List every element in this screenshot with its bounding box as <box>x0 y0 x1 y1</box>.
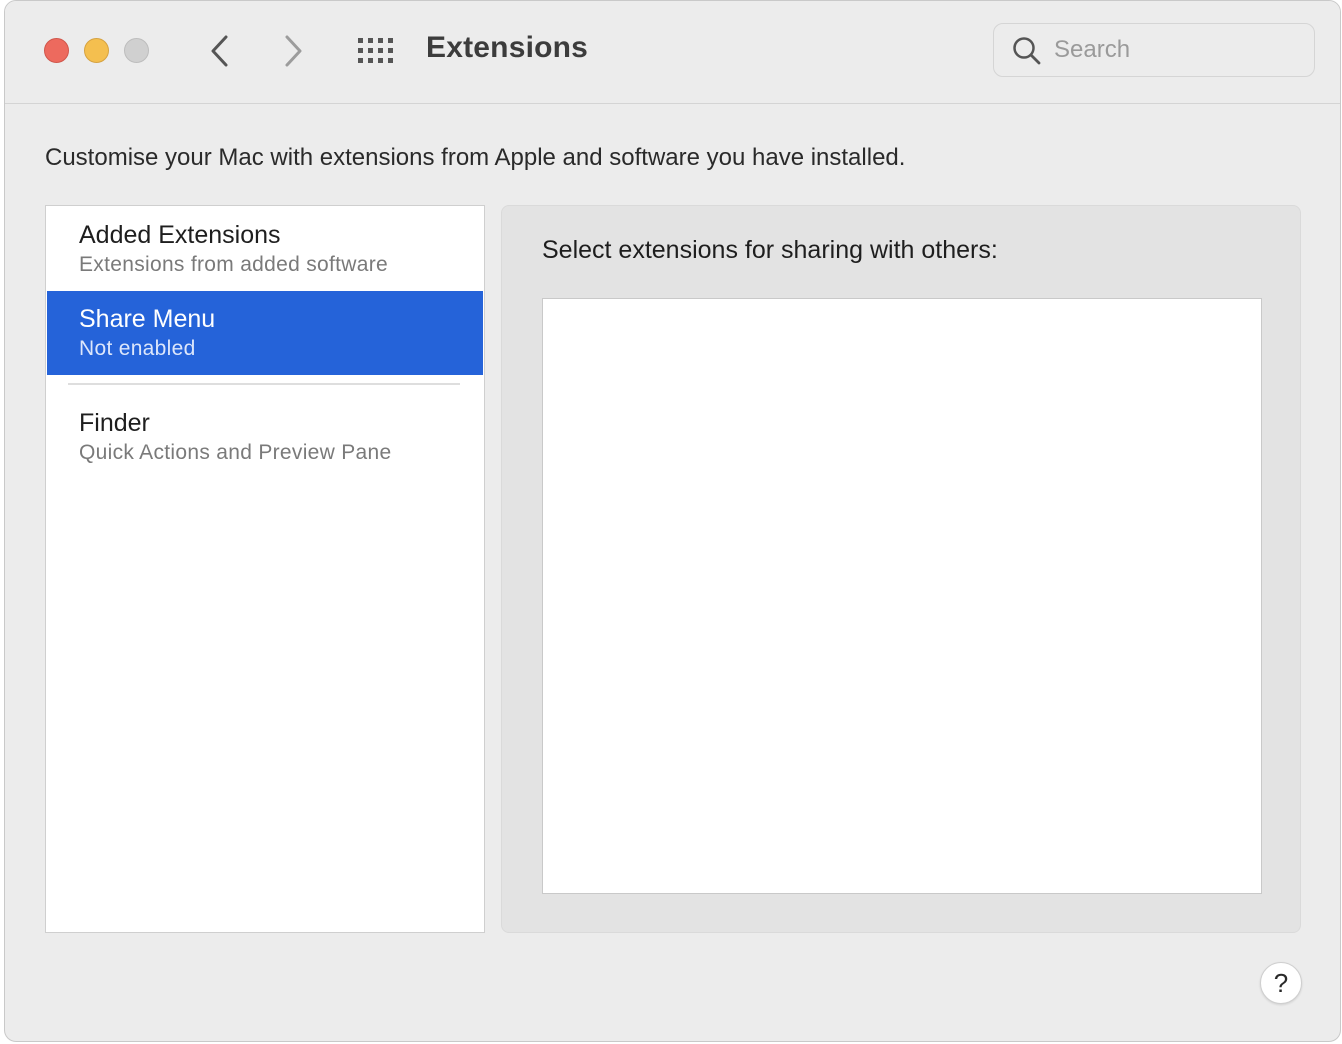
sidebar-item-finder[interactable]: Finder Quick Actions and Preview Pane <box>47 395 483 479</box>
grid-icon <box>358 38 393 63</box>
search-input[interactable] <box>1054 34 1304 66</box>
minimize-window-button[interactable] <box>84 38 109 63</box>
close-window-button[interactable] <box>44 38 69 63</box>
chevron-right-icon <box>285 35 302 67</box>
show-all-button[interactable] <box>355 35 399 67</box>
detail-heading: Select extensions for sharing with other… <box>542 236 998 264</box>
sidebar-item-title: Share Menu <box>79 305 216 333</box>
pane-description: Customise your Mac with extensions from … <box>45 144 906 171</box>
sidebar-item-subtitle: Extensions from added software <box>79 253 388 276</box>
sidebar-item-title: Finder <box>79 409 150 437</box>
chevron-left-icon <box>211 35 228 67</box>
toolbar: Extensions <box>5 1 1340 104</box>
window-title: Extensions <box>426 31 589 64</box>
search-icon <box>1013 37 1041 65</box>
sidebar-item-subtitle: Quick Actions and Preview Pane <box>79 441 392 464</box>
share-extensions-list[interactable] <box>542 298 1262 894</box>
sidebar-item-added-extensions[interactable]: Added Extensions Extensions from added s… <box>47 207 483 291</box>
search-field[interactable] <box>993 23 1315 77</box>
back-button[interactable] <box>205 33 235 69</box>
forward-button[interactable] <box>278 33 308 69</box>
sidebar-item-share-menu[interactable]: Share Menu Not enabled <box>47 291 483 375</box>
sidebar-divider <box>68 383 460 385</box>
sidebar-item-title: Added Extensions <box>79 221 281 249</box>
sidebar-item-subtitle: Not enabled <box>79 337 196 360</box>
extensions-sidebar: Added Extensions Extensions from added s… <box>45 205 485 933</box>
zoom-window-button[interactable] <box>124 38 149 63</box>
preferences-window: Extensions Customise your Mac with exten… <box>4 0 1341 1042</box>
detail-panel: Select extensions for sharing with other… <box>501 205 1301 933</box>
help-button[interactable]: ? <box>1260 962 1302 1004</box>
